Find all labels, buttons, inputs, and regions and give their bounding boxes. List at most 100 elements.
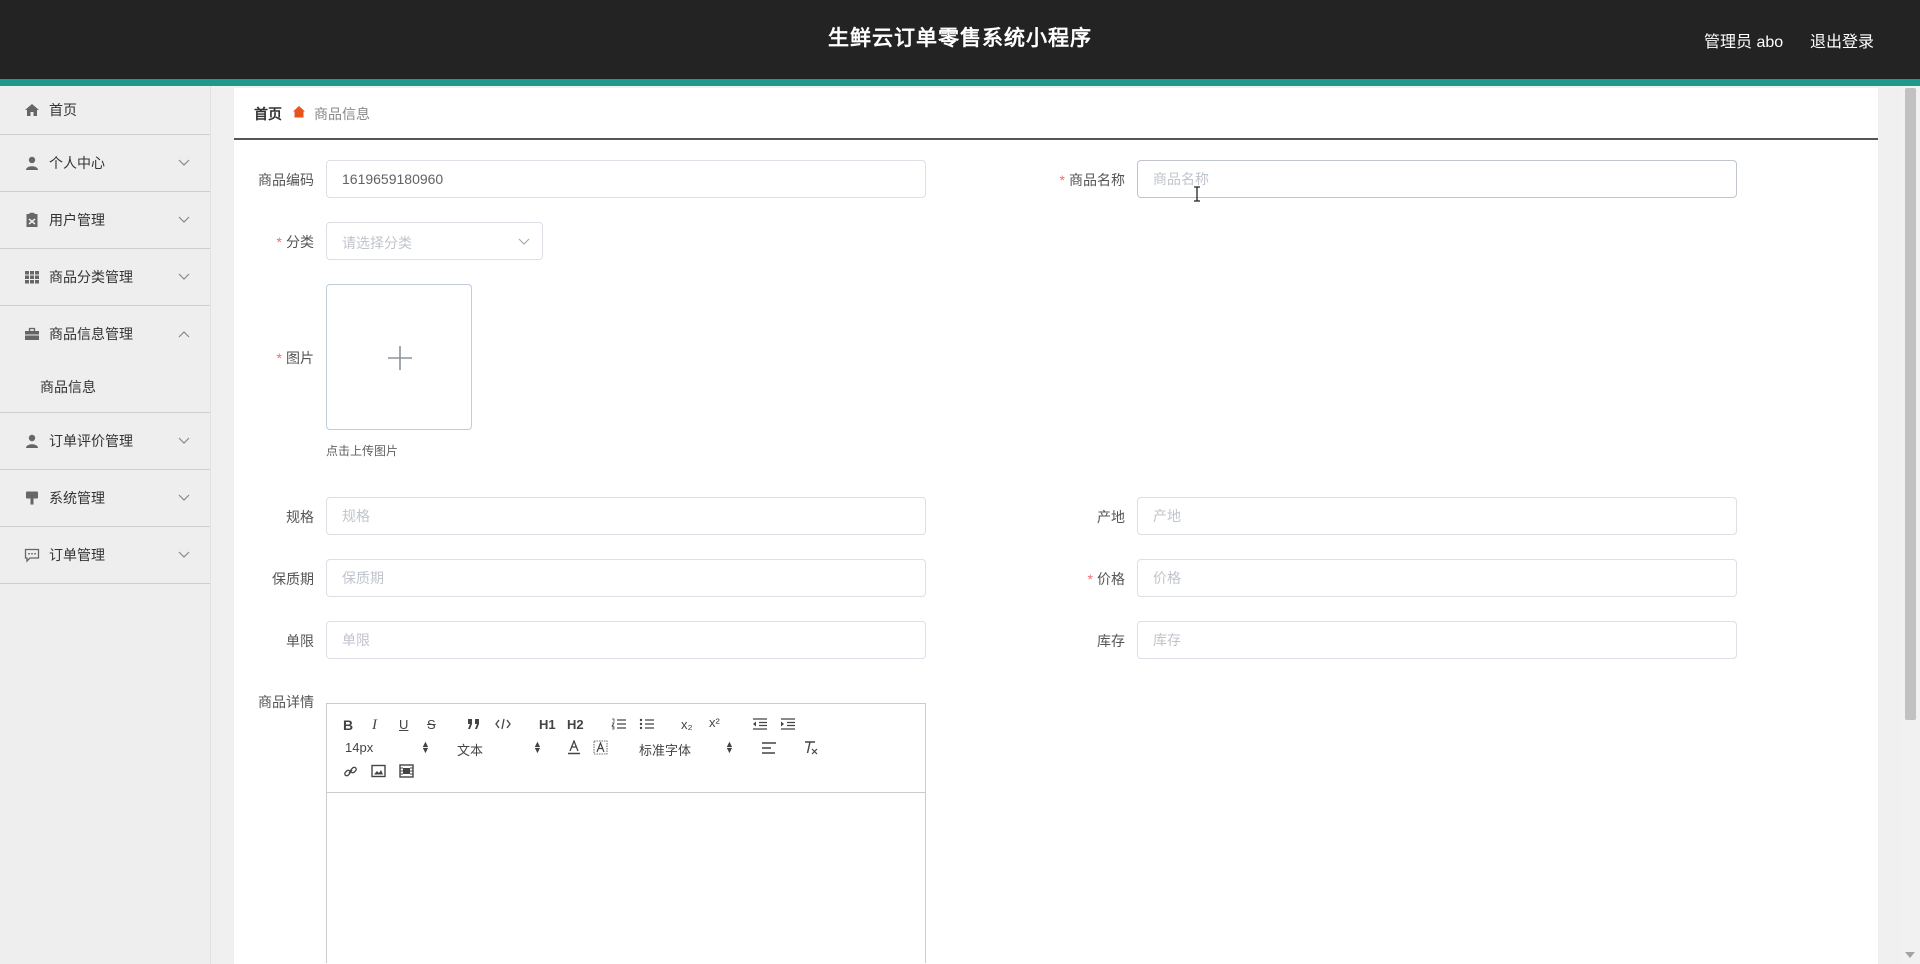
text-style-select[interactable]: 文本 ▲ ▼ xyxy=(457,739,542,759)
sidebar-item-user-management[interactable]: 用户管理 xyxy=(0,192,210,249)
chevron-up-icon xyxy=(178,331,190,338)
price-label-text: 价格 xyxy=(1097,571,1125,587)
sort-arrows-icon: ▲ ▼ xyxy=(533,739,542,755)
bold-button[interactable]: B xyxy=(343,717,353,733)
required-mark: * xyxy=(1087,571,1093,587)
text-style-value: 文本 xyxy=(457,743,484,758)
brush-icon xyxy=(26,491,38,505)
sort-arrows-icon: ▲ ▼ xyxy=(725,739,734,755)
superscript-button[interactable]: x² xyxy=(709,715,720,731)
blockquote-icon[interactable] xyxy=(467,718,481,730)
sort-arrows-icon: ▲ ▼ xyxy=(421,739,430,755)
house-icon xyxy=(293,106,305,118)
shelf-life-label: 保质期 xyxy=(234,569,314,589)
product-name-input[interactable] xyxy=(1137,160,1737,198)
spec-input[interactable] xyxy=(326,497,926,535)
scroll-down-icon[interactable] xyxy=(1905,952,1915,958)
required-mark: * xyxy=(276,350,282,366)
chat-icon xyxy=(24,548,40,563)
h1-button[interactable]: H1 xyxy=(539,717,556,733)
spec-label-text: 规格 xyxy=(286,509,314,525)
sidebar-group-product-info: 商品信息管理 商品信息 xyxy=(0,306,210,413)
limit-input[interactable] xyxy=(326,621,926,659)
required-mark: * xyxy=(1059,172,1065,188)
home-icon xyxy=(25,104,39,116)
origin-input[interactable] xyxy=(1137,497,1737,535)
sidebar-item-review-management[interactable]: 订单评价管理 xyxy=(0,413,210,470)
plus-icon xyxy=(388,346,412,370)
h2-button[interactable]: H2 xyxy=(567,717,584,733)
indent-icon[interactable] xyxy=(780,718,796,730)
background-color-icon[interactable] xyxy=(593,740,608,755)
sidebar-item-system-management[interactable]: 系统管理 xyxy=(0,470,210,527)
stock-input[interactable] xyxy=(1137,621,1737,659)
italic-button[interactable]: I xyxy=(372,717,377,733)
subscript-button[interactable]: x₂ xyxy=(681,717,693,733)
briefcase-icon xyxy=(25,327,39,340)
chevron-down-icon xyxy=(178,216,190,223)
name-label: * 商品名称 xyxy=(1045,170,1125,190)
stock-label-text: 库存 xyxy=(1097,633,1125,649)
required-mark: * xyxy=(276,234,282,250)
sidebar-item-label: 商品分类管理 xyxy=(49,269,133,285)
chevron-down-icon xyxy=(178,159,190,166)
bullet-list-icon[interactable] xyxy=(639,718,655,730)
link-icon[interactable] xyxy=(343,764,358,779)
name-label-text: 商品名称 xyxy=(1069,172,1125,188)
origin-label-text: 产地 xyxy=(1097,509,1125,525)
sidebar-item-home[interactable]: 首页 xyxy=(0,86,210,135)
outdent-icon[interactable] xyxy=(752,718,768,730)
sidebar-item-label: 商品信息管理 xyxy=(49,326,133,342)
detail-label-text: 商品详情 xyxy=(258,694,314,710)
shelf-life-input[interactable] xyxy=(326,559,926,597)
person-icon xyxy=(26,156,38,170)
font-size-select[interactable]: 14px ▲ ▼ xyxy=(345,739,430,756)
category-select[interactable]: 请选择分类 xyxy=(326,222,543,260)
spec-label: 规格 xyxy=(234,507,314,527)
clear-format-icon[interactable] xyxy=(803,740,819,755)
underline-button[interactable]: U xyxy=(399,717,408,733)
breadcrumb-current: 商品信息 xyxy=(314,106,370,122)
product-code-input[interactable] xyxy=(326,160,926,198)
sidebar-item-product-info-management[interactable]: 商品信息管理 xyxy=(0,306,210,362)
font-family-select[interactable]: 标准字体 ▲ ▼ xyxy=(639,739,734,759)
person-icon xyxy=(26,434,38,448)
text-cursor-icon xyxy=(1194,186,1200,202)
video-icon[interactable] xyxy=(399,764,414,778)
logout-link[interactable]: 退出登录 xyxy=(1810,28,1874,52)
image-upload-box[interactable] xyxy=(326,284,472,430)
editor-toolbar: B I U S H1 H2 x₂ x² 14px ▲ ▼ 文本 ▲ ▼ 标准字体 ▲… xyxy=(327,704,925,793)
strikethrough-button[interactable]: S xyxy=(427,717,436,733)
clipboard-icon xyxy=(26,212,38,227)
ordered-list-icon[interactable] xyxy=(611,718,627,730)
app-title: 生鲜云订单零售系统小程序 xyxy=(828,27,1092,50)
breadcrumb-home-link[interactable]: 首页 xyxy=(254,104,282,124)
sidebar-item-order-management[interactable]: 订单管理 xyxy=(0,527,210,584)
chevron-down-icon xyxy=(178,437,190,444)
shelf-life-label-text: 保质期 xyxy=(272,571,314,587)
category-label-text: 分类 xyxy=(286,234,314,250)
editor-content-area[interactable] xyxy=(327,793,925,963)
chevron-down-icon xyxy=(178,273,190,280)
sidebar-item-label: 首页 xyxy=(49,102,77,118)
grid-icon xyxy=(25,271,39,284)
sidebar-subitem-product-info[interactable]: 商品信息 xyxy=(0,362,210,413)
price-input[interactable] xyxy=(1137,559,1737,597)
align-left-icon[interactable] xyxy=(761,742,777,754)
breadcrumb: 首页 商品信息 xyxy=(234,88,1878,140)
sidebar-item-label: 个人中心 xyxy=(49,155,105,171)
current-user-label: 管理员 abo xyxy=(1704,34,1784,51)
code-block-icon[interactable] xyxy=(495,718,511,730)
image-icon[interactable] xyxy=(371,764,386,778)
font-color-icon[interactable] xyxy=(567,740,581,755)
detail-label: 商品详情 xyxy=(234,692,314,712)
sidebar-item-profile[interactable]: 个人中心 xyxy=(0,135,210,192)
limit-label: 单限 xyxy=(234,631,314,651)
origin-label: 产地 xyxy=(1045,507,1125,527)
font-family-value: 标准字体 xyxy=(639,743,692,758)
chevron-down-icon xyxy=(178,551,190,558)
sidebar-item-category-management[interactable]: 商品分类管理 xyxy=(0,249,210,306)
image-label: * 图片 xyxy=(234,348,314,368)
page-scrollbar-thumb[interactable] xyxy=(1905,88,1916,720)
sidebar-item-label: 订单管理 xyxy=(49,547,105,563)
